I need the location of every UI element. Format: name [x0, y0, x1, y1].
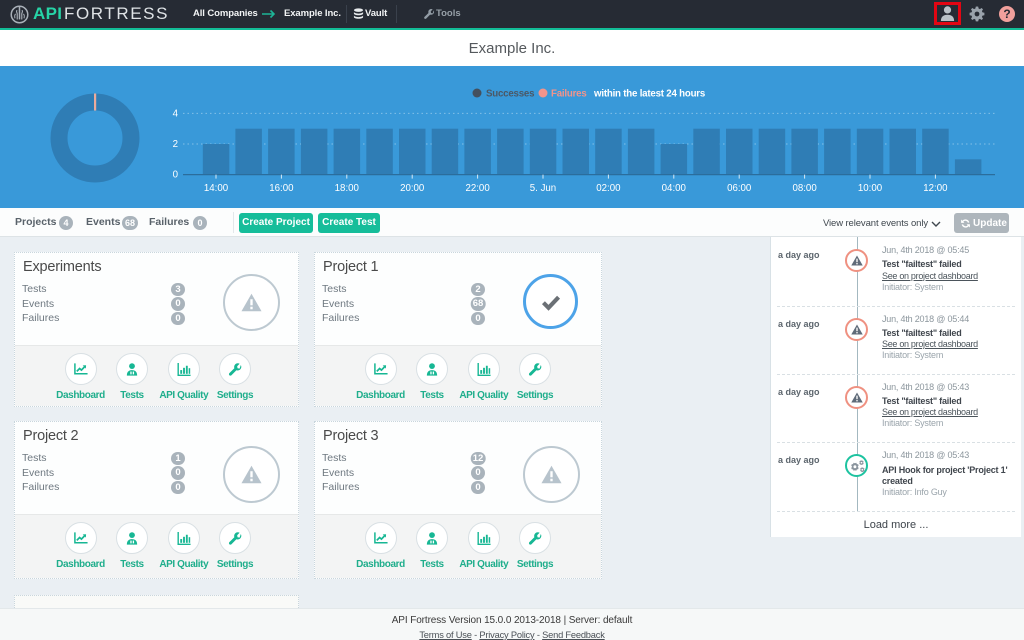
svg-text:14:00: 14:00 [204, 183, 229, 194]
svg-text:12:00: 12:00 [923, 183, 948, 194]
svg-text:0: 0 [173, 170, 179, 181]
svg-text:4: 4 [173, 109, 179, 120]
svg-text:10:00: 10:00 [858, 183, 883, 194]
svg-text:2: 2 [173, 139, 178, 150]
svg-text:16:00: 16:00 [269, 183, 294, 194]
svg-text:18:00: 18:00 [335, 183, 360, 194]
svg-text:06:00: 06:00 [727, 183, 752, 194]
svg-text:08:00: 08:00 [792, 183, 817, 194]
svg-text:Failures: Failures [551, 89, 587, 100]
svg-text:02:00: 02:00 [596, 183, 621, 194]
svg-text:04:00: 04:00 [662, 183, 687, 194]
svg-text:Successes: Successes [486, 89, 534, 100]
svg-text:within the latest 24 hours: within the latest 24 hours [593, 89, 705, 100]
svg-text:22:00: 22:00 [465, 183, 490, 194]
svg-text:5. Jun: 5. Jun [530, 183, 556, 194]
svg-text:20:00: 20:00 [400, 183, 425, 194]
